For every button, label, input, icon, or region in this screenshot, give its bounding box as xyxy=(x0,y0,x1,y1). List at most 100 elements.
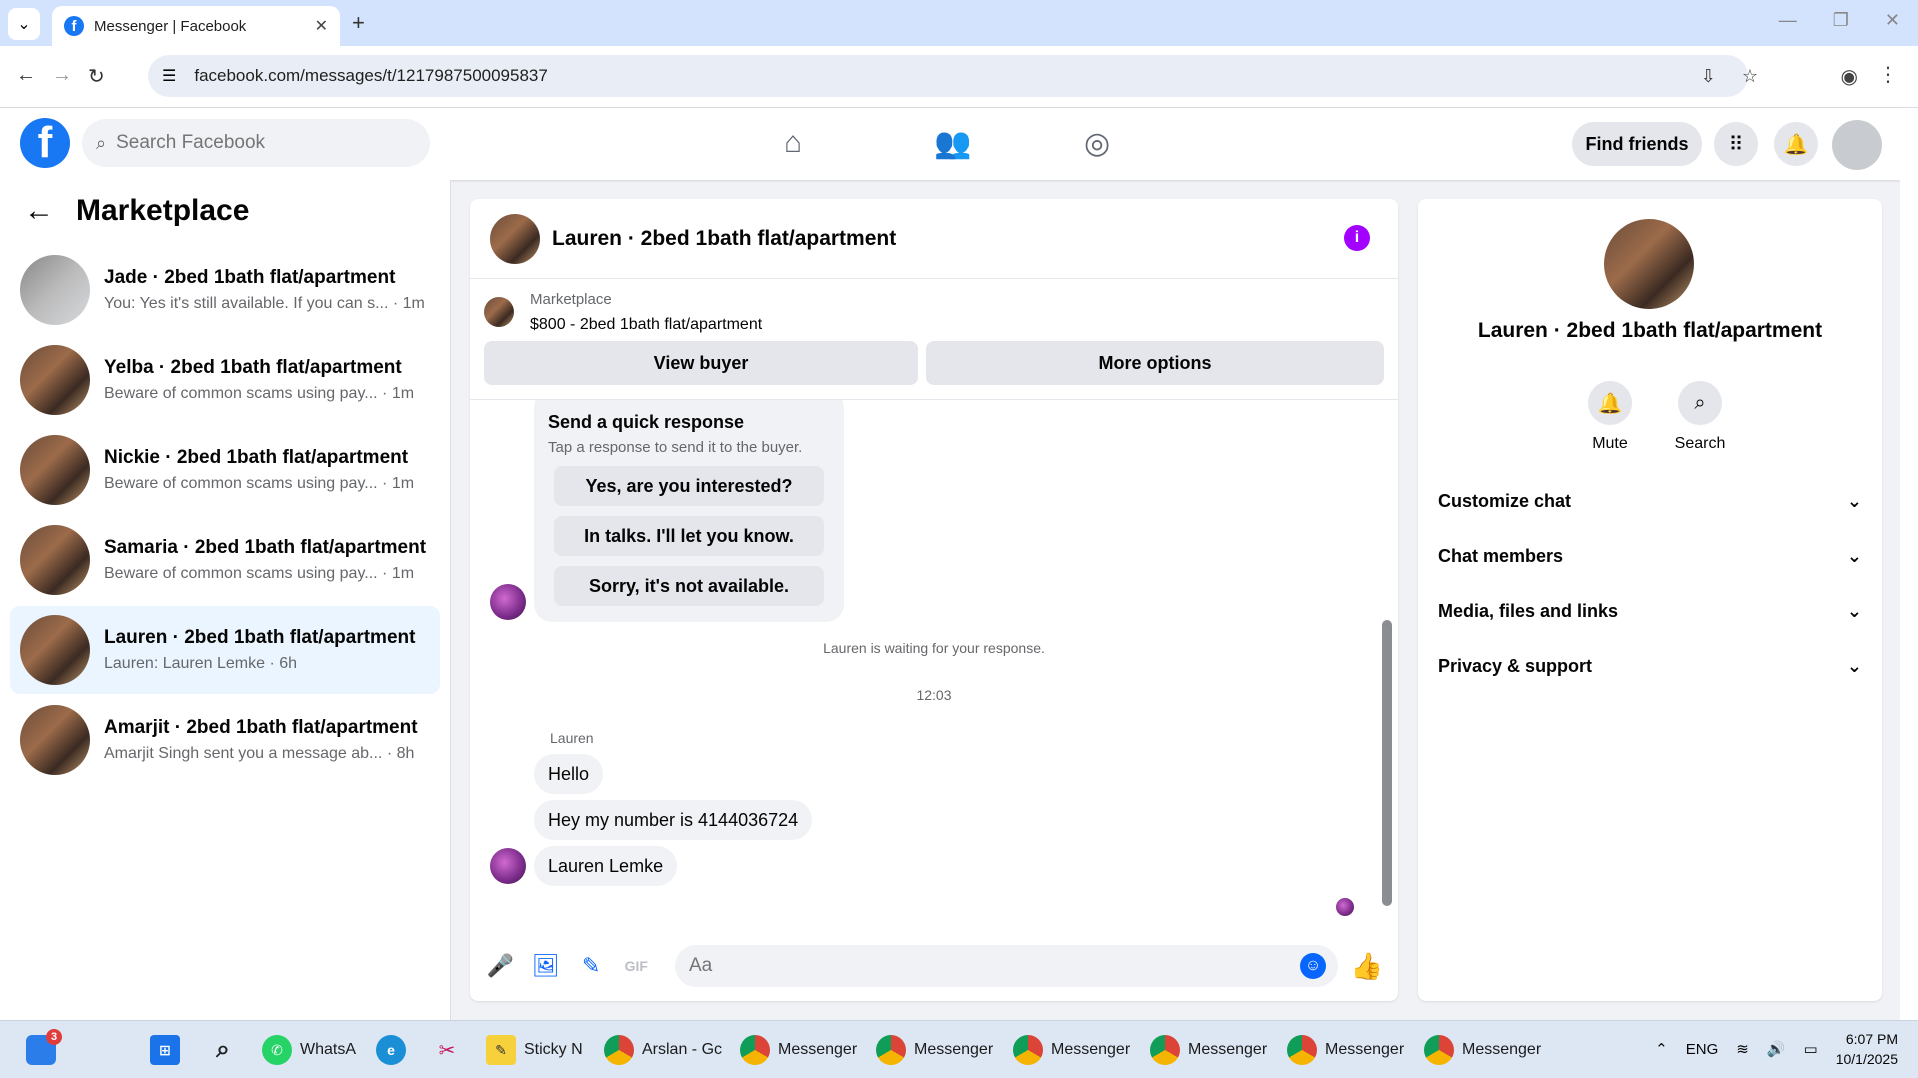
taskbar-app-chrome[interactable]: Messenger xyxy=(876,1033,993,1067)
section-privacy-support[interactable]: Privacy & support ⌄ xyxy=(1438,644,1862,688)
emoji-icon[interactable]: ☺ xyxy=(1299,953,1326,979)
chrome-icon xyxy=(604,1035,634,1065)
gif-icon[interactable]: GIF xyxy=(622,951,651,981)
groups-icon[interactable]: ◎ xyxy=(1084,126,1110,161)
forward-icon[interactable]: → xyxy=(52,64,72,87)
wifi-icon[interactable]: ≋ xyxy=(1736,1040,1749,1058)
conversation-item-active[interactable]: Lauren · 2bed 1bath flat/apartment Lauren… xyxy=(10,606,440,694)
battery-icon[interactable]: ▭ xyxy=(1804,1040,1818,1058)
section-media-files-links[interactable]: Media, files and links ⌄ xyxy=(1438,589,1862,633)
page-scrollbar[interactable] xyxy=(1900,108,1918,1020)
conversation-item[interactable]: Nickie · 2bed 1bath flat/apartment Beware… xyxy=(10,426,440,514)
quick-response-option[interactable]: Yes, are you interested? xyxy=(554,466,824,506)
taskbar-app-calendar[interactable]: 3 xyxy=(26,1029,64,1067)
message-bubble: Lauren Lemke xyxy=(534,846,678,886)
conversation-item[interactable]: Yelba · 2bed 1bath flat/apartment Beware … xyxy=(10,336,440,424)
conversation-item[interactable]: Samaria · 2bed 1bath flat/apartment Bewar… xyxy=(10,516,440,604)
install-app-icon[interactable]: ⇩ xyxy=(1701,66,1716,87)
sticker-icon[interactable]: ✎ xyxy=(576,951,605,981)
sender-avatar xyxy=(490,584,526,620)
taskbar-search[interactable]: ⌕ xyxy=(208,1033,246,1067)
friends-icon[interactable]: 👥 xyxy=(934,126,971,161)
reload-icon[interactable]: ↻ xyxy=(88,64,105,89)
minimize-icon[interactable]: — xyxy=(1779,10,1797,31)
section-chat-members[interactable]: Chat members ⌄ xyxy=(1438,534,1862,578)
conversation-preview: You: Yes it's still available. If you ca… xyxy=(104,295,425,312)
search-action[interactable]: ⌕ Search xyxy=(1660,381,1740,453)
taskbar-app-chrome[interactable]: Messenger xyxy=(1150,1033,1267,1067)
taskbar-label: Arslan - Gc xyxy=(642,1041,723,1058)
conversation-name: Jade · 2bed 1bath flat/apartment xyxy=(104,267,396,288)
facebook-logo-icon[interactable]: f xyxy=(20,118,70,168)
chevron-down-icon: ⌄ xyxy=(1846,655,1862,676)
taskbar-app-snipping[interactable]: ✂ xyxy=(432,1033,470,1067)
new-tab-icon[interactable]: + xyxy=(352,10,365,36)
microphone-icon[interactable]: 🎤 xyxy=(486,951,515,981)
clock[interactable]: 6:07 PM 10/1/2025 xyxy=(1836,1029,1898,1069)
notifications-bell-icon[interactable]: 🔔 xyxy=(1774,122,1818,166)
browser-tab-bar: ⌄ f Messenger | Facebook ✕ + — ❐ ✕ xyxy=(0,0,1918,46)
bookmark-star-icon[interactable]: ☆ xyxy=(1742,66,1758,87)
omnibox[interactable]: ☰ facebook.com/messages/t/12179875000958… xyxy=(148,55,1748,97)
account-avatar[interactable] xyxy=(1832,120,1882,170)
close-window-icon[interactable]: ✕ xyxy=(1885,10,1900,31)
chat-panel: Lauren · 2bed 1bath flat/apartment i Mar… xyxy=(470,199,1398,1001)
start-button[interactable]: ⊞ xyxy=(150,1033,188,1067)
chrome-icon xyxy=(1150,1035,1180,1065)
conversation-preview: Beware of common scams using pay... · 1m xyxy=(104,565,415,582)
search-input[interactable] xyxy=(116,132,397,154)
conversation-preview: Lauren: Lauren Lemke · 6h xyxy=(104,655,298,672)
message-input[interactable] xyxy=(688,955,1289,977)
tab-list-button[interactable]: ⌄ xyxy=(8,8,40,40)
message-input-box[interactable]: ☺ xyxy=(674,945,1338,987)
calendar-icon: 3 xyxy=(26,1029,62,1065)
more-options-button[interactable]: More options xyxy=(926,341,1384,385)
facebook-search[interactable]: ⌕ xyxy=(82,119,430,167)
mute-action[interactable]: 🔔 Mute xyxy=(1570,381,1650,453)
taskbar-app-sticky-notes[interactable]: ✎ Sticky N xyxy=(486,1033,583,1067)
view-buyer-button[interactable]: View buyer xyxy=(484,341,918,385)
taskbar-app-whatsapp[interactable]: ✆ WhatsA xyxy=(262,1033,356,1067)
photo-icon[interactable]: 🖼 xyxy=(531,951,560,981)
notification-badge: 3 xyxy=(46,1029,62,1045)
taskbar-app-edge[interactable]: e xyxy=(376,1033,414,1067)
taskbar-label: Sticky N xyxy=(524,1041,583,1058)
conversation-preview: Beware of common scams using pay... · 1m xyxy=(104,385,415,402)
conversation-avatar xyxy=(20,345,90,415)
listing-thumb xyxy=(484,297,514,327)
chevron-down-icon: ⌄ xyxy=(1846,600,1862,621)
site-info-icon[interactable]: ☰ xyxy=(162,66,176,86)
volume-icon[interactable]: 🔊 xyxy=(1767,1040,1786,1058)
composer: 🎤 🖼 ✎ GIF ☺ 👍 xyxy=(470,931,1398,1001)
restore-icon[interactable]: ❐ xyxy=(1833,10,1849,31)
chevron-down-icon: ⌄ xyxy=(17,16,31,33)
section-customize-chat[interactable]: Customize chat ⌄ xyxy=(1438,479,1862,523)
profile-icon[interactable]: ◉ xyxy=(1841,64,1858,89)
like-thumb-icon[interactable]: 👍 xyxy=(1351,951,1383,981)
address-bar-row: ← → ↻ ☰ facebook.com/messages/t/12179875… xyxy=(0,46,1918,108)
quick-response-card: Send a quick response Tap a response to … xyxy=(534,400,844,622)
menu-grid-icon[interactable]: ⠿ xyxy=(1714,122,1758,166)
find-friends-button[interactable]: Find friends xyxy=(1572,122,1702,166)
quick-response-option[interactable]: In talks. I'll let you know. xyxy=(554,516,824,556)
taskbar-app-chrome[interactable]: Messenger xyxy=(740,1033,857,1067)
browser-tab[interactable]: f Messenger | Facebook ✕ xyxy=(52,6,340,46)
language-indicator[interactable]: ENG xyxy=(1686,1041,1719,1058)
back-arrow-icon[interactable]: ← xyxy=(24,194,54,228)
chat-header[interactable]: Lauren · 2bed 1bath flat/apartment xyxy=(470,199,1398,279)
scrollbar-thumb[interactable] xyxy=(1382,620,1392,906)
home-icon[interactable]: ⌂ xyxy=(784,126,802,160)
close-tab-icon[interactable]: ✕ xyxy=(315,16,328,36)
info-icon[interactable]: i xyxy=(1344,225,1370,251)
quick-response-option[interactable]: Sorry, it's not available. xyxy=(554,566,824,606)
taskbar-app-chrome[interactable]: Messenger xyxy=(1013,1033,1130,1067)
conversation-item[interactable]: Jade · 2bed 1bath flat/apartment You: Yes… xyxy=(10,246,440,334)
taskbar-app-chrome[interactable]: Arslan - Gc xyxy=(604,1033,722,1067)
back-icon[interactable]: ← xyxy=(16,64,36,87)
chevron-up-icon[interactable]: ⌃ xyxy=(1655,1040,1668,1058)
kebab-menu-icon[interactable]: ⋮ xyxy=(1878,62,1898,87)
taskbar-app-chrome[interactable]: Messenger xyxy=(1424,1033,1541,1067)
taskbar-app-chrome[interactable]: Messenger xyxy=(1287,1033,1404,1067)
sidebar-header: ← Marketplace xyxy=(24,194,249,228)
conversation-item[interactable]: Amarjit · 2bed 1bath flat/apartment Amarj… xyxy=(10,696,440,784)
